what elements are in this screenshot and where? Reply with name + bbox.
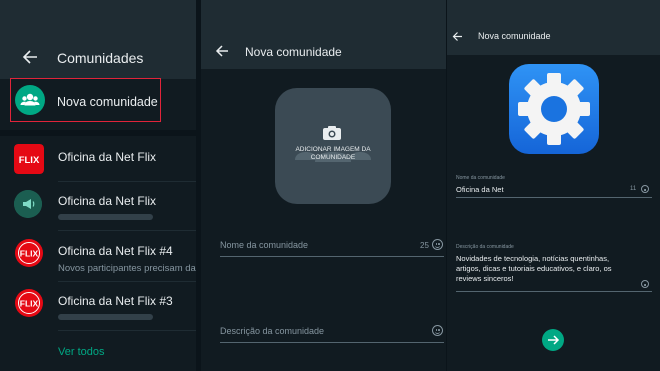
community-item[interactable]: Oficina da Net Flix <box>0 182 196 224</box>
community-description-input[interactable]: Descrição da comunidade <box>220 326 324 336</box>
community-item[interactable]: FLIX Oficina da Net Flix <box>0 138 196 180</box>
communities-panel: Comunidades Nova comunidade FLIX Oficina… <box>0 0 196 371</box>
row-divider <box>58 330 196 331</box>
input-underline <box>220 256 444 257</box>
page-title: Nova comunidade <box>245 45 342 59</box>
section-divider <box>0 130 196 136</box>
add-image-label: Adicionar imagem da comunidade <box>295 146 371 161</box>
new-community-label: Nova comunidade <box>57 95 158 109</box>
new-community-header: Nova comunidade <box>447 0 660 55</box>
emoji-icon[interactable] <box>641 185 649 193</box>
community-name-input[interactable]: Oficina da Net <box>456 185 504 195</box>
community-name-label: Nome da comunidade <box>456 175 505 181</box>
page-title: Nova comunidade <box>478 31 551 41</box>
camera-icon <box>323 126 341 140</box>
community-item[interactable]: FLIX Oficina da Net Flix #4 Novos partic… <box>0 232 196 274</box>
community-title: Oficina da Net Flix #3 <box>58 294 173 308</box>
group-icon <box>15 85 45 115</box>
page-title: Comunidades <box>57 50 144 66</box>
community-title: Oficina da Net Flix <box>58 194 157 208</box>
flix-logo-icon: FLIX <box>15 289 43 317</box>
community-gear-image[interactable] <box>507 62 601 156</box>
community-description-input[interactable]: Novidades de tecnologia, notícias quenti… <box>456 254 634 284</box>
community-item[interactable]: FLIX Oficina da Net Flix #3 <box>0 282 196 324</box>
name-char-counter: 11 <box>630 186 637 192</box>
new-community-form-empty: Nova comunidade Adicionar imagem da comu… <box>201 0 446 371</box>
community-description-label: Descrição da comunidade <box>456 244 514 250</box>
input-underline <box>456 197 652 198</box>
community-title: Oficina da Net Flix <box>58 150 157 164</box>
add-community-image-button[interactable]: Adicionar imagem da comunidade <box>275 88 391 204</box>
community-name-input[interactable]: Nome da comunidade <box>220 240 308 250</box>
back-arrow-icon[interactable] <box>215 44 229 58</box>
flix-badge-text: FLIX <box>20 249 39 259</box>
community-subtitle: Novos participantes precisam da <box>58 263 196 274</box>
see-all-link[interactable]: Ver todos <box>58 346 104 358</box>
community-title: Oficina da Net Flix #4 <box>58 244 173 258</box>
name-char-counter: 25 <box>420 241 429 250</box>
blurred-subtitle <box>58 314 153 320</box>
new-community-form-filled: Nova comunidade Nome da comunidade Ofici… <box>447 0 660 371</box>
next-button[interactable] <box>542 329 564 351</box>
blurred-subtitle <box>58 214 153 220</box>
flix-logo-icon: FLIX <box>14 144 44 174</box>
flix-badge-text: FLIX <box>19 155 40 166</box>
back-arrow-icon[interactable] <box>22 49 38 65</box>
row-divider <box>58 230 196 231</box>
flix-badge-text: FLIX <box>20 299 39 309</box>
back-arrow-icon[interactable] <box>452 31 463 42</box>
emoji-icon[interactable] <box>641 280 649 288</box>
emoji-icon[interactable] <box>432 325 443 336</box>
new-community-button[interactable]: Nova comunidade <box>10 78 161 122</box>
flix-logo-icon: FLIX <box>15 239 43 267</box>
communities-header: Comunidades <box>0 0 196 79</box>
arrow-right-icon <box>548 335 560 345</box>
megaphone-icon <box>14 190 42 218</box>
emoji-icon[interactable] <box>432 239 443 250</box>
input-underline <box>456 291 652 292</box>
input-underline <box>220 342 444 343</box>
new-community-header: Nova comunidade <box>201 0 446 69</box>
